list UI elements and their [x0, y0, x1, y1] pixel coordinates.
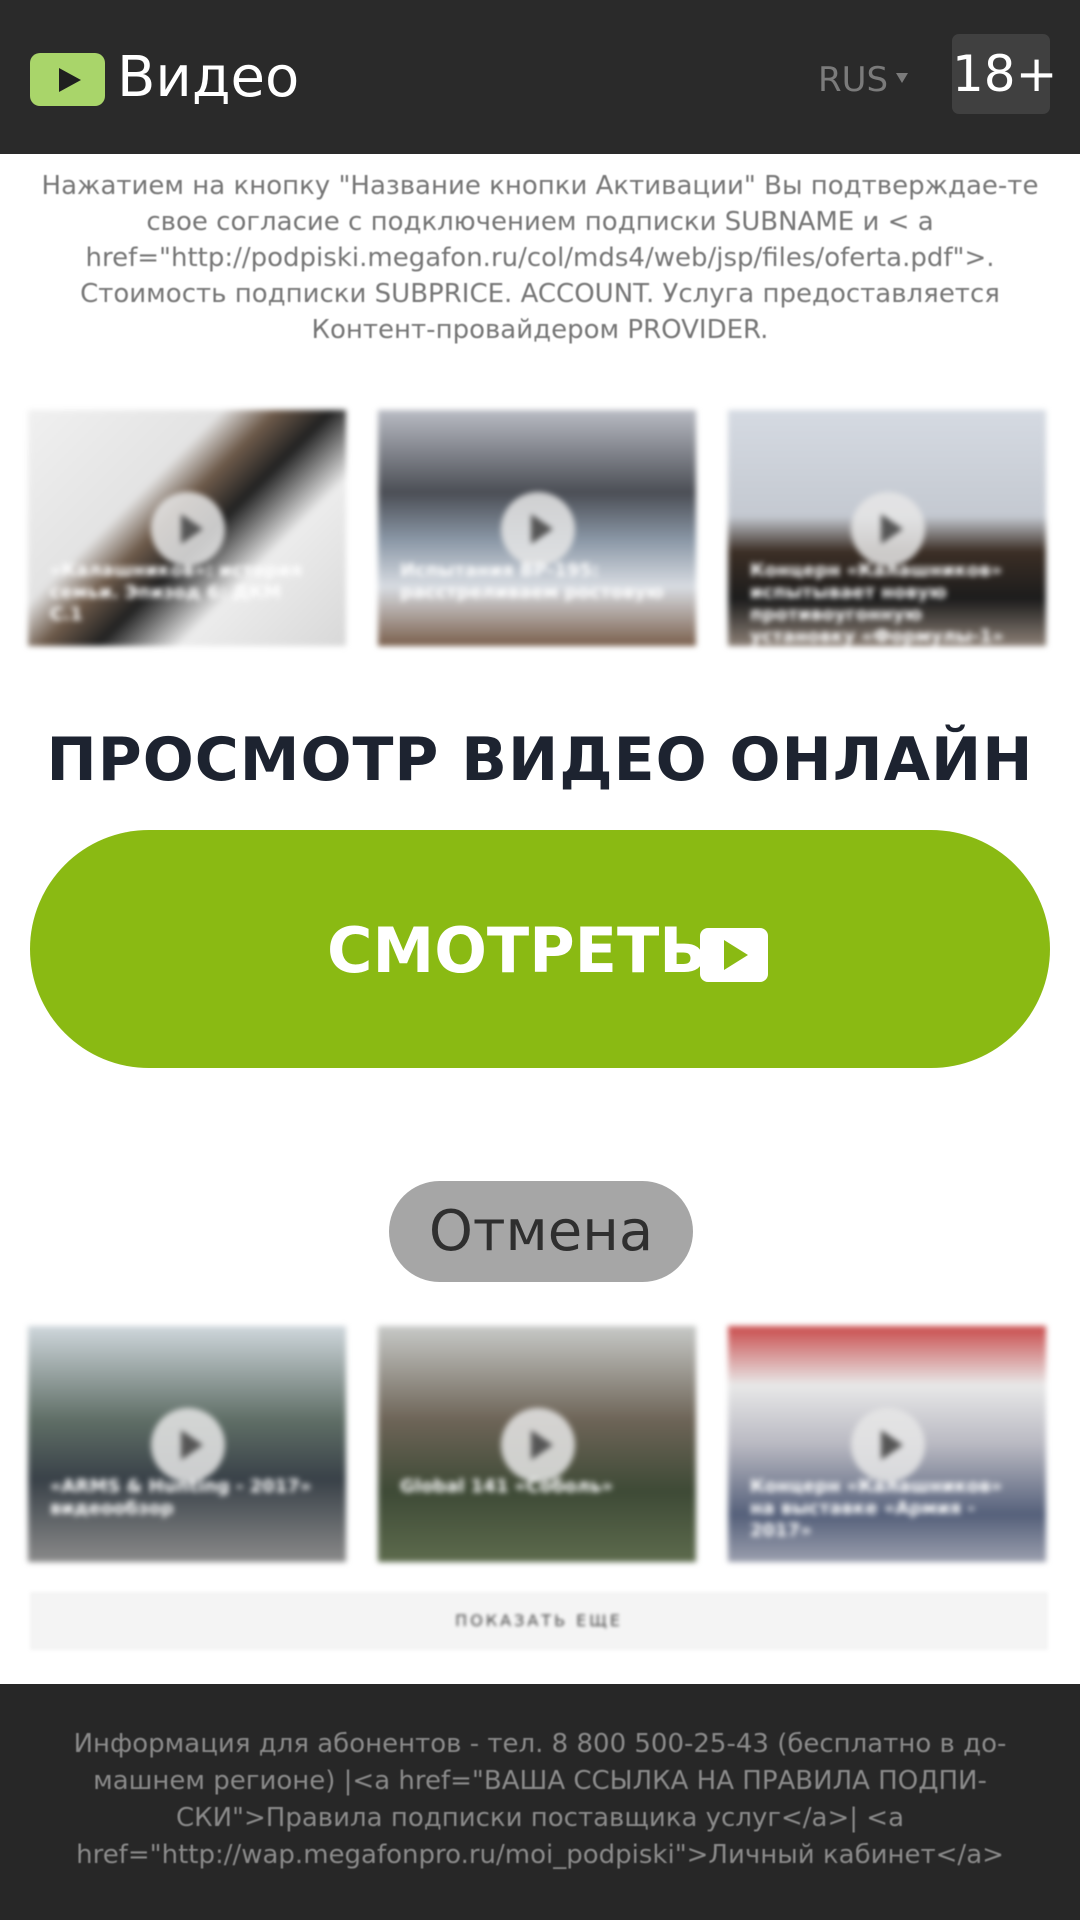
page-footer: Информация для абонентов - тел. 8 800 50…	[0, 1684, 1080, 1920]
video-thumbnail[interactable]: Global 141 «Соболь»	[378, 1326, 696, 1562]
video-caption: «ARMS & Hunting - 2017» видеообзор	[50, 1476, 312, 1519]
page-headline: ПРОСМОТР ВИДЕО ОНЛАЙН	[46, 725, 1034, 795]
watch-button-label: СМОТРЕТЬ	[327, 914, 707, 987]
play-icon[interactable]	[151, 1408, 225, 1482]
video-thumbnail[interactable]: Испытания ВР-195: расстреливаем ростовую	[378, 410, 696, 646]
play-icon[interactable]	[851, 492, 925, 566]
play-icon[interactable]	[30, 53, 105, 106]
video-thumbnail[interactable]: «ARMS & Hunting - 2017» видеообзор	[28, 1326, 346, 1562]
play-icon[interactable]	[501, 492, 575, 566]
chevron-down-icon[interactable]	[896, 73, 908, 83]
play-icon[interactable]	[851, 1408, 925, 1482]
video-thumbnail[interactable]: Концерн «Калашников» испытывает новую пр…	[728, 410, 1046, 646]
age-rating-badge: 18+	[952, 34, 1058, 114]
play-icon[interactable]	[501, 1408, 575, 1482]
show-more-button[interactable]: ПОКАЗАТЬ ЕЩЕ	[30, 1592, 1048, 1650]
video-caption: Испытания ВР-195: расстреливаем ростовую	[400, 560, 664, 603]
video-caption: Global 141 «Соболь»	[400, 1476, 613, 1497]
video-thumbnail[interactable]: Концерн «Калашников» на выставке «Армия …	[728, 1326, 1046, 1562]
cancel-button[interactable]: Отмена	[389, 1181, 693, 1282]
video-caption: Концерн «Калашников» испытывает новую пр…	[750, 560, 1004, 646]
language-selector[interactable]: RUS	[818, 58, 888, 102]
app-header: Видео RUS 18+	[0, 0, 1080, 154]
video-thumbnails-top: «Калашников»: история семьи. Эпизод 6: Д…	[28, 410, 1048, 646]
play-icon[interactable]	[151, 492, 225, 566]
watch-button[interactable]: СМОТРЕТЬ	[30, 830, 1050, 1068]
app-title[interactable]: Видео	[117, 40, 299, 116]
footer-info-text: Информация для абонентов - тел. 8 800 50…	[73, 1729, 1007, 1870]
video-thumbnail[interactable]: «Калашников»: история семьи. Эпизод 6: Д…	[28, 410, 346, 646]
video-thumbnails-bottom: «ARMS & Hunting - 2017» видеообзор Globa…	[28, 1326, 1048, 1562]
play-icon	[700, 928, 768, 982]
video-caption: Концерн «Калашников» на выставке «Армия …	[750, 1476, 1003, 1541]
video-caption: «Калашников»: история семьи. Эпизод 6: Д…	[50, 560, 303, 625]
subscription-legal-text: Нажатием на кнопку "Название кнопки Акти…	[41, 171, 1039, 345]
